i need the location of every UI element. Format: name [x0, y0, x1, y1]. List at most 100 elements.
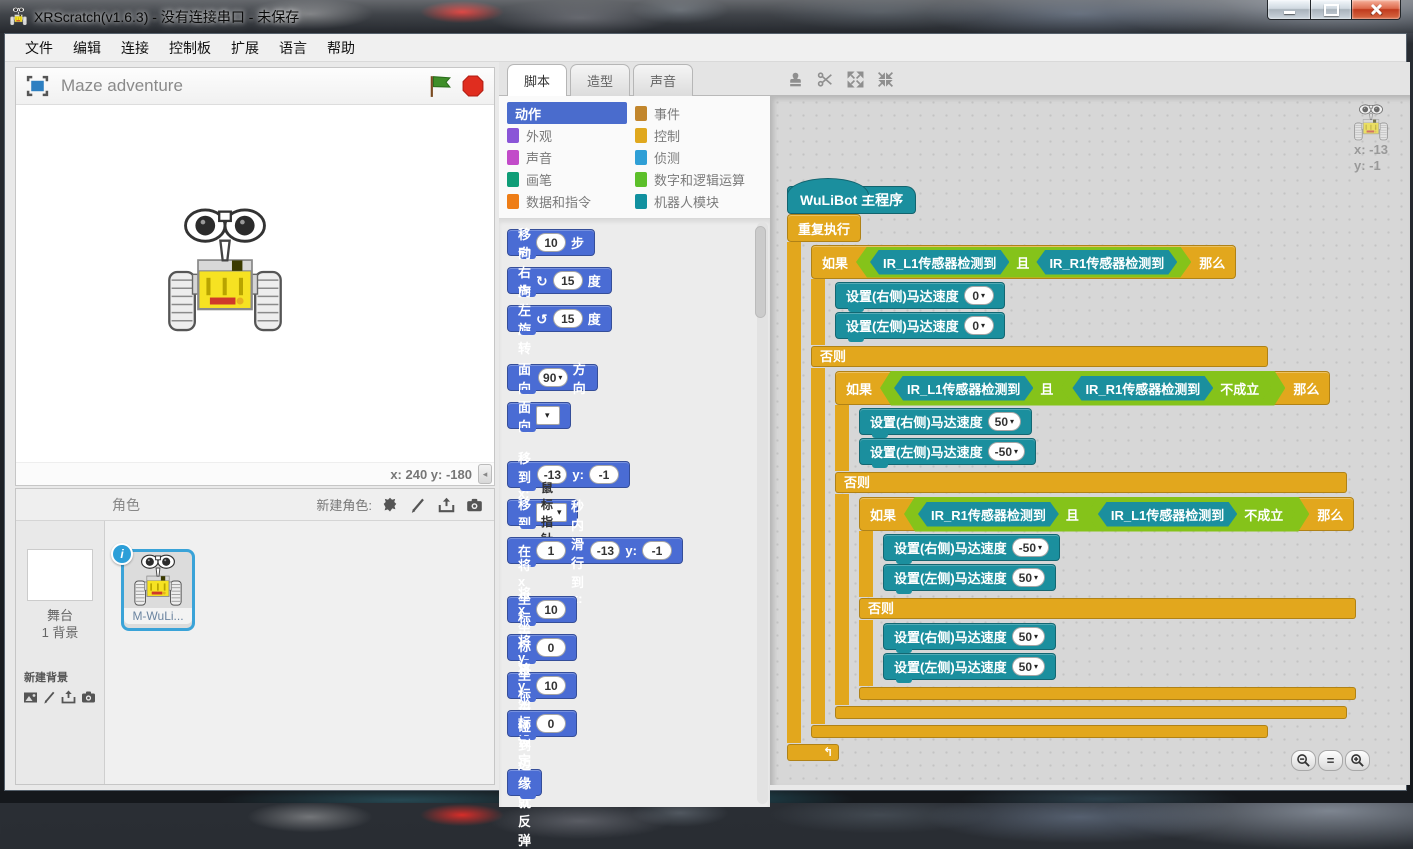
- set-left-motor-block[interactable]: 设置(左侧)马达速度-50: [859, 438, 1036, 465]
- value-input[interactable]: 0: [536, 714, 566, 733]
- menu-item-1[interactable]: 文件: [15, 34, 63, 62]
- palette-block[interactable]: 向左旋转↺15度: [507, 305, 612, 332]
- minimize-button[interactable]: [1267, 0, 1311, 20]
- image-backdrop-button[interactable]: [22, 689, 39, 705]
- maximize-button[interactable]: [1311, 0, 1351, 20]
- shrink-tool-button[interactable]: [875, 69, 895, 89]
- if-else-block-3[interactable]: 如果 IR_R1传感器检测到 且 IR_L1传感器检测到 不成立: [859, 497, 1356, 700]
- palette-block[interactable]: 移到 x:-13y:-1: [507, 461, 630, 488]
- menu-item-2[interactable]: 编辑: [63, 34, 111, 62]
- value-input[interactable]: 15: [553, 309, 583, 328]
- category-5[interactable]: 机器人模块: [635, 190, 766, 212]
- sprite-card-selected[interactable]: M-WuLi...: [121, 549, 195, 631]
- if-else-block-1[interactable]: 如果 IR_L1传感器检测到 且 IR_R1传感器检测到 那么 设置(右侧)马达…: [811, 245, 1356, 738]
- paint-backdrop-button[interactable]: [42, 689, 57, 705]
- else-bar[interactable]: 否则: [835, 472, 1347, 493]
- menu-item-6[interactable]: 语言: [269, 34, 317, 62]
- palette-block[interactable]: 面向90方向: [507, 364, 598, 391]
- category-5[interactable]: 数据和指令: [507, 190, 635, 212]
- paint-sprite-button[interactable]: [406, 494, 430, 516]
- speed-dropdown[interactable]: 50: [1012, 627, 1045, 646]
- zoom-reset-button[interactable]: =: [1318, 750, 1343, 771]
- category-2[interactable]: 外观: [507, 124, 635, 146]
- sprite-info-badge[interactable]: i: [111, 543, 133, 565]
- speed-dropdown[interactable]: 50: [988, 412, 1021, 431]
- value-input[interactable]: 1: [536, 541, 566, 560]
- new-sprite-button[interactable]: [378, 494, 402, 516]
- sensor-block-ir-l1[interactable]: IR_L1传感器检测到: [1098, 502, 1237, 527]
- fullscreen-icon[interactable]: [26, 75, 49, 97]
- hat-block[interactable]: WuLiBot 主程序: [787, 186, 916, 214]
- speed-dropdown[interactable]: 0: [964, 316, 994, 335]
- else-bar[interactable]: 否则: [811, 346, 1268, 367]
- sensor-block-ir-l1[interactable]: IR_L1传感器检测到: [870, 250, 1009, 275]
- value-dropdown[interactable]: 90: [538, 368, 568, 387]
- if-else-block-2[interactable]: 如果 IR_L1传感器检测到 且 IR_R1传感器检测到 不成立: [835, 371, 1356, 719]
- palette-scrollbar[interactable]: [757, 222, 768, 804]
- menu-dropdown[interactable]: 鼠标指针: [536, 503, 567, 522]
- value-input[interactable]: 10: [536, 676, 566, 695]
- category-4[interactable]: 数字和逻辑运算: [635, 168, 766, 190]
- set-right-motor-block[interactable]: 设置(右侧)马达速度50: [883, 623, 1056, 650]
- speed-dropdown[interactable]: -50: [1012, 538, 1049, 557]
- menu-dropdown[interactable]: [536, 406, 560, 425]
- script-area[interactable]: x: -13 y: -1 WuLiBot 主程序 重复执行 如果 IR_L1传感…: [771, 96, 1410, 785]
- category-2[interactable]: 控制: [635, 124, 766, 146]
- palette-tab-1[interactable]: 脚本: [507, 64, 567, 96]
- upload-sprite-button[interactable]: [434, 494, 458, 516]
- set-left-motor-block[interactable]: 设置(左侧)马达速度50: [883, 564, 1056, 591]
- and-operator[interactable]: IR_L1传感器检测到 且 IR_R1传感器检测到: [856, 247, 1191, 278]
- value-input[interactable]: -1: [589, 465, 619, 484]
- sensor-block-ir-l1[interactable]: IR_L1传感器检测到: [894, 376, 1033, 401]
- category-1[interactable]: 事件: [635, 102, 766, 124]
- palette-block[interactable]: 移到鼠标指针: [507, 499, 578, 526]
- menu-item-3[interactable]: 连接: [111, 34, 159, 62]
- set-left-motor-block[interactable]: 设置(左侧)马达速度50: [883, 653, 1056, 680]
- set-right-motor-block[interactable]: 设置(右侧)马达速度-50: [883, 534, 1060, 561]
- upload-backdrop-button[interactable]: [60, 689, 77, 705]
- value-input[interactable]: 0: [536, 638, 566, 657]
- speed-dropdown[interactable]: -50: [988, 442, 1025, 461]
- robot-sprite[interactable]: [164, 207, 286, 337]
- category-3[interactable]: 声音: [507, 146, 635, 168]
- delete-tool-button[interactable]: [815, 69, 835, 89]
- zoom-in-button[interactable]: [1345, 750, 1370, 771]
- set-left-motor-block[interactable]: 设置(左侧)马达速度0: [835, 312, 1005, 339]
- palette-tab-2[interactable]: 造型: [570, 64, 630, 96]
- else-bar[interactable]: 否则: [859, 598, 1356, 619]
- stage-selector[interactable]: 舞台 1 背景 新建背景: [16, 521, 105, 784]
- category-3[interactable]: 侦测: [635, 146, 766, 168]
- value-input[interactable]: 10: [536, 233, 566, 252]
- forever-block[interactable]: 重复执行 如果 IR_L1传感器检测到 且 IR_R1传感器检测到: [787, 214, 1356, 761]
- duplicate-tool-button[interactable]: [785, 69, 805, 89]
- grow-tool-button[interactable]: [845, 69, 865, 89]
- not-operator[interactable]: IR_L1传感器检测到 不成立: [1086, 500, 1295, 529]
- menu-item-7[interactable]: 帮助: [317, 34, 365, 62]
- and-operator[interactable]: IR_R1传感器检测到 且 IR_L1传感器检测到 不成立: [904, 497, 1309, 532]
- speed-dropdown[interactable]: 0: [964, 286, 994, 305]
- speed-dropdown[interactable]: 50: [1012, 568, 1045, 587]
- category-4[interactable]: 画笔: [507, 168, 635, 190]
- menu-item-5[interactable]: 扩展: [221, 34, 269, 62]
- set-right-motor-block[interactable]: 设置(右侧)马达速度0: [835, 282, 1005, 309]
- palette-block[interactable]: 在1秒内滑行到 x:-13y:-1: [507, 537, 683, 564]
- stage-canvas[interactable]: [16, 105, 494, 462]
- and-operator[interactable]: IR_L1传感器检测到 且 IR_R1传感器检测到 不成立: [880, 371, 1285, 406]
- sensor-block-ir-r1[interactable]: IR_R1传感器检测到: [1072, 376, 1213, 401]
- palette-block[interactable]: 碰到边缘就反弹: [507, 769, 542, 796]
- palette-block[interactable]: 面向: [507, 402, 571, 429]
- green-flag-icon[interactable]: [428, 74, 452, 98]
- menu-item-4[interactable]: 控制板: [159, 34, 221, 62]
- sensor-block-ir-r1[interactable]: IR_R1传感器检测到: [918, 502, 1059, 527]
- value-input[interactable]: -13: [590, 541, 620, 560]
- palette-tab-3[interactable]: 声音: [633, 64, 693, 96]
- sensor-block-ir-r1[interactable]: IR_R1传感器检测到: [1036, 250, 1177, 275]
- category-1[interactable]: 动作: [507, 102, 627, 124]
- scroll-left-icon[interactable]: ◂: [478, 464, 492, 484]
- set-right-motor-block[interactable]: 设置(右侧)马达速度50: [859, 408, 1032, 435]
- zoom-out-button[interactable]: [1291, 750, 1316, 771]
- camera-backdrop-button[interactable]: [80, 689, 97, 705]
- close-button[interactable]: [1351, 0, 1401, 20]
- camera-sprite-button[interactable]: [462, 494, 486, 516]
- not-operator[interactable]: IR_R1传感器检测到 不成立: [1060, 374, 1271, 403]
